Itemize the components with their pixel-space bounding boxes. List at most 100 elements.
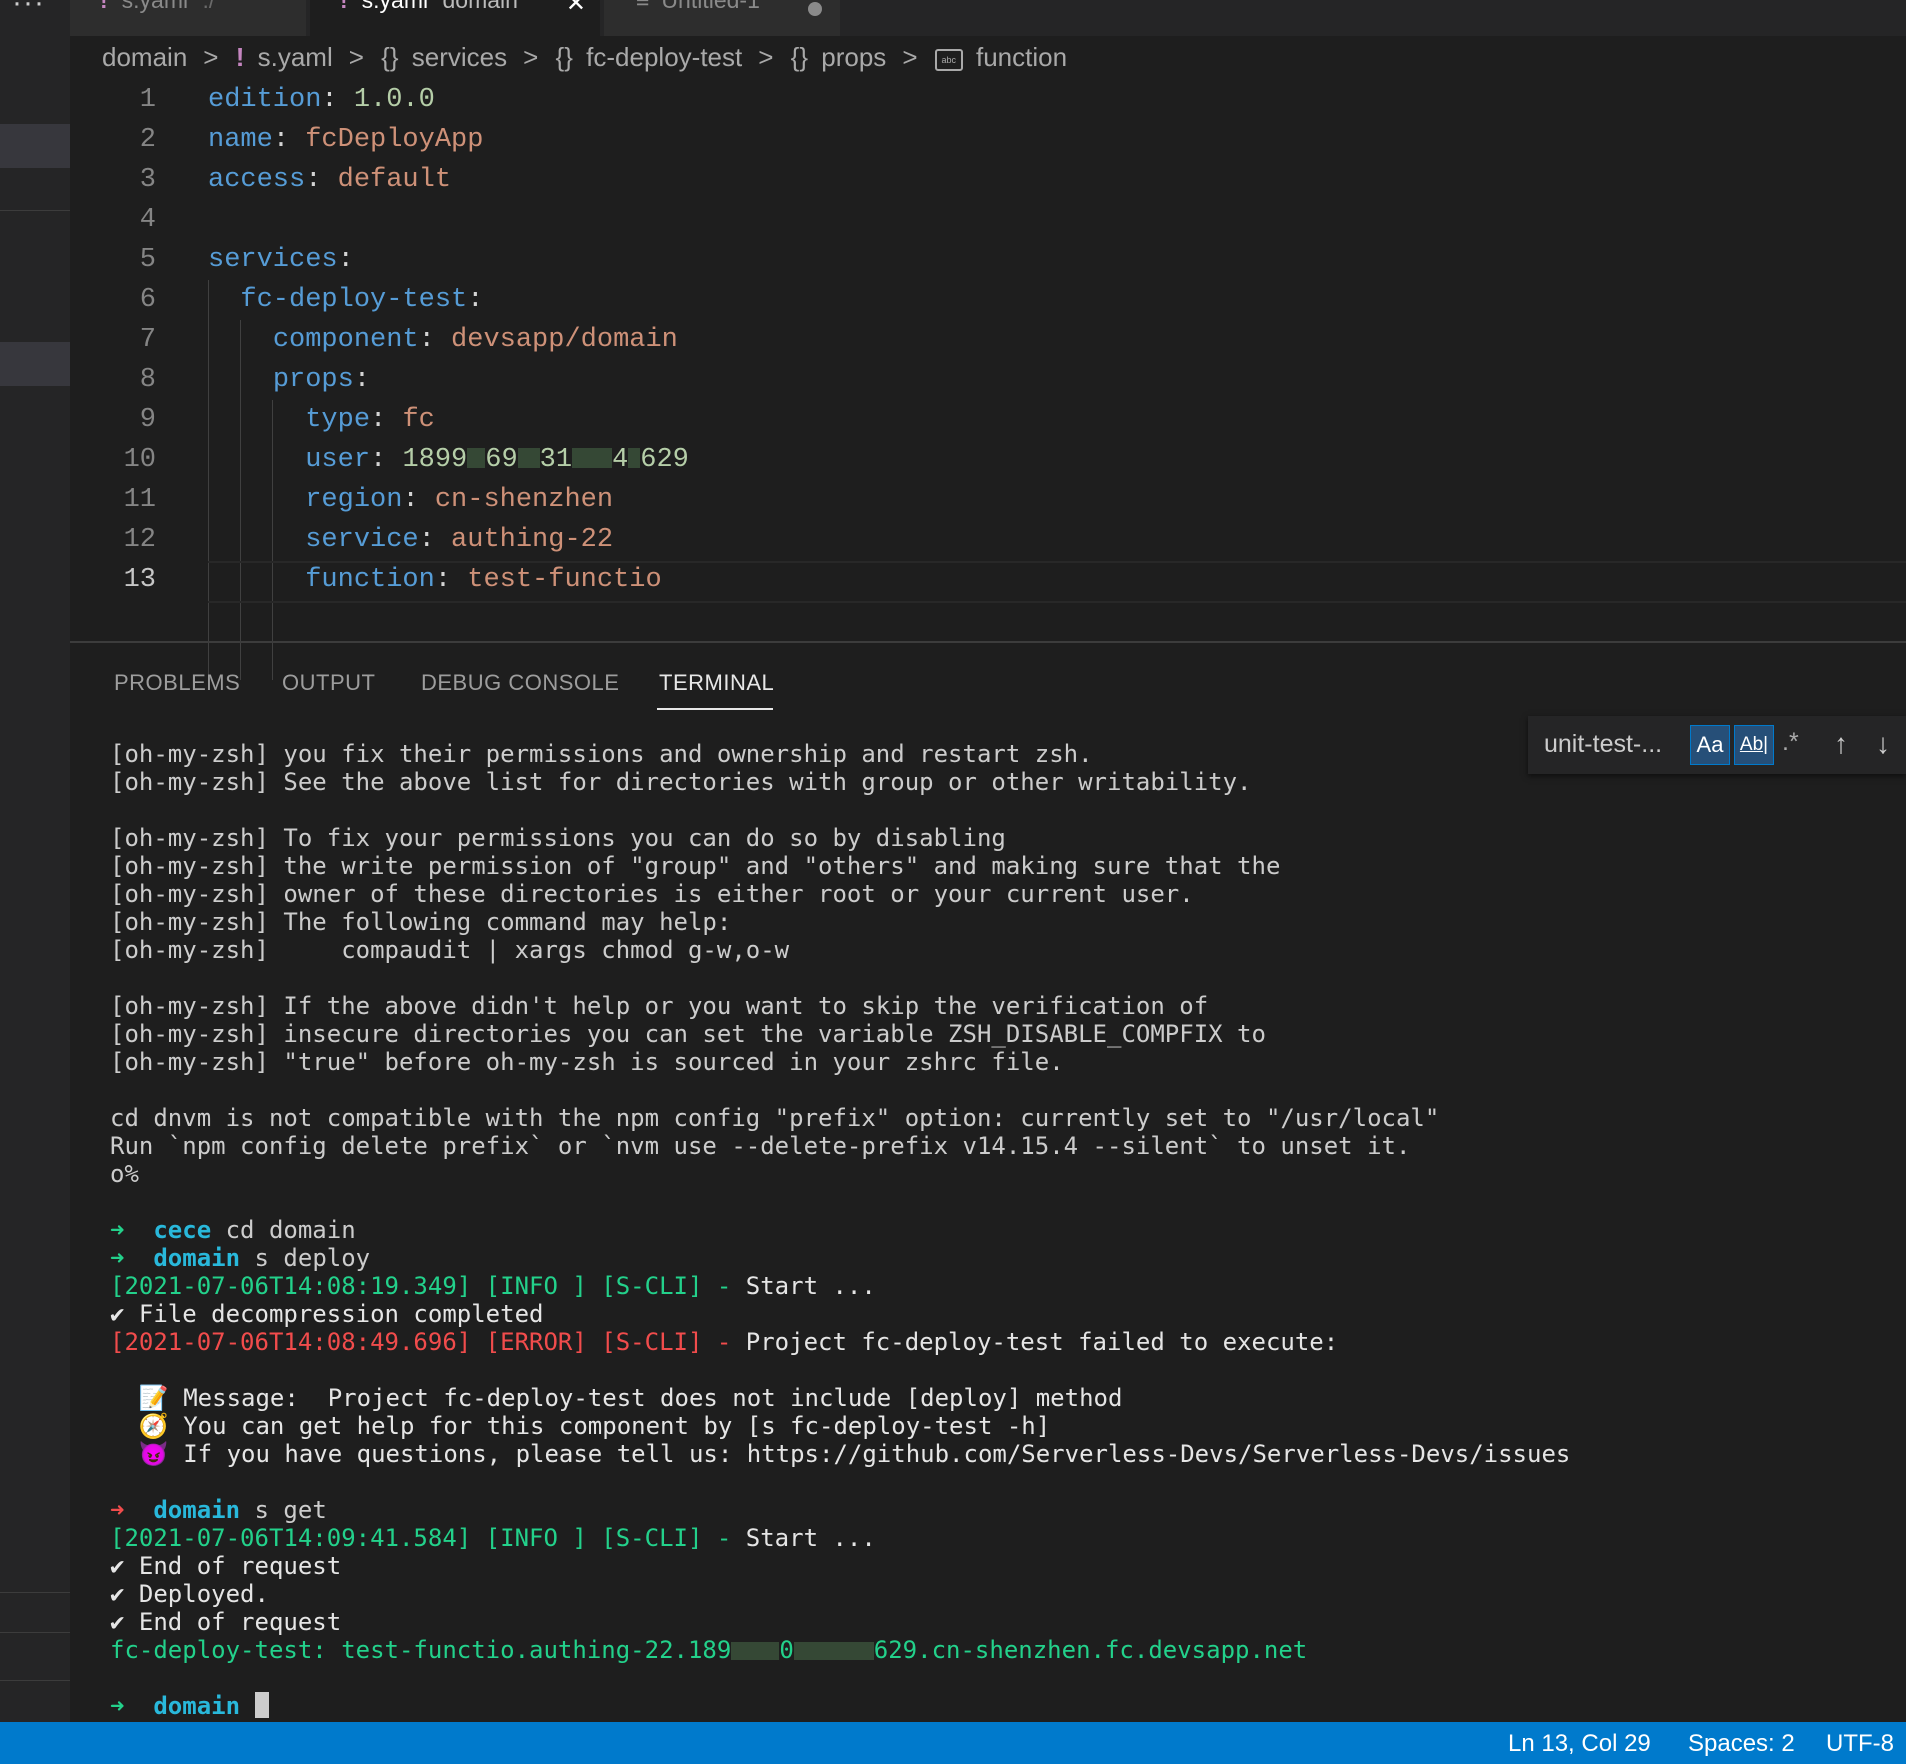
error-issues-link[interactable]: 😈 If you have questions, please tell us:… xyxy=(110,1440,1570,1468)
sidebar-divider xyxy=(0,1632,70,1633)
breadcrumb-file[interactable]: s.yaml xyxy=(258,42,333,72)
prompt-directory: domain xyxy=(153,1692,241,1720)
terminal-line: [oh-my-zsh] owner of these directories i… xyxy=(110,880,1194,908)
code-line[interactable]: 9 type: fc xyxy=(70,400,1906,440)
deploy-result-url[interactable]: fc-deploy-test: test-functio.authing-22.… xyxy=(110,1636,1307,1664)
chevron-right-icon: > xyxy=(758,42,774,72)
tab-untitled-1[interactable]: ≡ Untitled-1 xyxy=(604,0,840,36)
prompt-arrow-icon: ➜ xyxy=(110,1216,125,1244)
yaml-key: props xyxy=(272,365,354,395)
sidebar-divider xyxy=(0,1680,70,1681)
prompt-line: ➜ domain s get xyxy=(110,1496,327,1524)
breadcrumb-fc-deploy-test[interactable]: fc-deploy-test xyxy=(586,42,742,72)
yaml-value: devsapp/domain xyxy=(451,325,678,355)
prompt-directory: domain xyxy=(153,1496,241,1524)
log-line-success: ✔ File decompression completed xyxy=(110,1300,544,1328)
terminal-line: [oh-my-zsh] you fix their permissions an… xyxy=(110,740,1093,768)
encoding[interactable]: UTF-8 xyxy=(1826,1730,1894,1758)
object-icon: {} xyxy=(381,42,399,72)
line-number: 13 xyxy=(123,565,156,595)
line-number: 11 xyxy=(123,485,156,515)
code-line[interactable]: 2 name: fcDeployApp xyxy=(70,120,1906,160)
prompt-line: ➜ domain s deploy xyxy=(110,1244,370,1272)
sidebar-divider xyxy=(0,1592,70,1593)
line-number: 2 xyxy=(139,125,156,155)
terminal-line: [oh-my-zsh] The following command may he… xyxy=(110,908,732,936)
yaml-value-redacted: 1899 69 31 4 629 xyxy=(402,445,689,475)
code-line[interactable]: 11 region: cn-shenzhen xyxy=(70,480,1906,520)
editor-tab-bar: ! s.yaml ./ ! s.yaml domain ✕ ≡ Untitled-1 xyxy=(70,0,1906,36)
breadcrumb-services[interactable]: services xyxy=(412,42,507,72)
code-line[interactable]: 12 service: authing-22 xyxy=(70,520,1906,560)
line-number: 8 xyxy=(139,365,156,395)
chevron-right-icon: > xyxy=(523,42,539,72)
code-editor[interactable]: 1 edition: 1.0.0 2 name: fcDeployApp 3 a… xyxy=(70,80,1906,680)
arrow-down-icon[interactable]: ↓ xyxy=(1876,728,1890,760)
match-case-button[interactable]: Aa xyxy=(1690,725,1730,765)
code-line[interactable]: 6 fc-deploy-test: xyxy=(70,280,1906,320)
code-line[interactable]: 7 component: devsapp/domain xyxy=(70,320,1906,360)
yaml-value: default xyxy=(337,165,452,195)
breadcrumb-props[interactable]: props xyxy=(821,42,886,72)
yaml-value: fcDeployApp xyxy=(305,125,484,155)
find-input[interactable]: unit-test-... xyxy=(1544,730,1662,759)
line-number: 3 xyxy=(139,165,156,195)
tab-output[interactable]: OUTPUT xyxy=(282,670,375,696)
line-number: 4 xyxy=(139,205,156,235)
tab-s-yaml-domain[interactable]: ! s.yaml domain ✕ xyxy=(310,0,600,36)
prompt-directory: cece xyxy=(153,1216,212,1244)
yaml-key: services xyxy=(208,245,338,275)
code-line[interactable]: 13 function: test-functio xyxy=(70,560,1906,600)
yaml-key: access xyxy=(208,165,306,195)
yaml-value: test-functio xyxy=(467,565,662,595)
tab-s-yaml-root[interactable]: ! s.yaml ./ xyxy=(70,0,306,36)
tab-problems[interactable]: PROBLEMS xyxy=(114,670,240,696)
line-number: 5 xyxy=(139,245,156,275)
tab-debug-console[interactable]: DEBUG CONSOLE xyxy=(421,670,619,696)
more-actions-icon[interactable]: ··· xyxy=(12,0,45,20)
yaml-key: function xyxy=(305,565,435,595)
log-line-error: [2021-07-06T14:08:49.696] [ERROR] [S-CLI… xyxy=(110,1328,1339,1356)
terminal-line: [oh-my-zsh] See the above list for direc… xyxy=(110,768,1252,796)
cursor-position[interactable]: Ln 13, Col 29 xyxy=(1508,1730,1651,1758)
sidebar-highlight[interactable] xyxy=(0,124,70,168)
regex-button[interactable]: .* xyxy=(1782,728,1799,757)
sidebar-highlight[interactable] xyxy=(0,342,70,386)
panel-divider[interactable] xyxy=(70,641,1906,643)
terminal-line: [oh-my-zsh] the write permission of "gro… xyxy=(110,852,1281,880)
whole-word-button[interactable]: Ab| xyxy=(1734,725,1774,765)
prompt-arrow-icon: ➜ xyxy=(110,1496,125,1524)
line-number: 1 xyxy=(139,85,156,115)
yaml-key: service xyxy=(305,525,419,555)
terminal-cursor[interactable] xyxy=(254,1692,269,1718)
arrow-up-icon[interactable]: ↑ xyxy=(1834,728,1848,760)
code-line[interactable]: 5 services: xyxy=(70,240,1906,280)
yaml-icon: ! xyxy=(100,0,108,13)
terminal-find-widget: unit-test-... Aa Ab| .* ↑ ↓ xyxy=(1528,716,1906,774)
code-line[interactable]: 4 xyxy=(70,200,1906,240)
sidebar-divider xyxy=(0,210,70,211)
code-line[interactable]: 1 edition: 1.0.0 xyxy=(70,80,1906,120)
unsaved-dot-icon[interactable] xyxy=(808,2,822,16)
line-number: 10 xyxy=(123,445,156,475)
code-line[interactable]: 3 access: default xyxy=(70,160,1906,200)
yaml-value: cn-shenzhen xyxy=(434,485,614,515)
error-message: 📝 Message: Project fc-deploy-test does n… xyxy=(110,1384,1123,1412)
prompt-command: cd domain xyxy=(225,1216,356,1244)
terminal-line: cd dnvm is not compatible with the npm c… xyxy=(110,1104,1440,1132)
terminal-line: [oh-my-zsh] To fix your permissions you … xyxy=(110,824,1006,852)
yaml-value: authing-22 xyxy=(451,525,614,555)
code-line[interactable]: 8 props: xyxy=(70,360,1906,400)
log-line-success: ✔ End of request xyxy=(110,1608,342,1636)
prompt-command: s deploy xyxy=(254,1244,371,1272)
prompt-command: s get xyxy=(254,1496,327,1524)
tab-terminal[interactable]: TERMINAL xyxy=(659,670,774,696)
breadcrumb-domain[interactable]: domain xyxy=(102,42,187,72)
close-icon[interactable]: ✕ xyxy=(566,0,586,16)
indentation[interactable]: Spaces: 2 xyxy=(1688,1730,1795,1758)
yaml-icon: ! xyxy=(235,42,245,72)
breadcrumb-function[interactable]: function xyxy=(976,42,1067,72)
code-line[interactable]: 10 user: 1899 69 31 4 629 xyxy=(70,440,1906,480)
log-line-success: ✔ End of request xyxy=(110,1552,342,1580)
terminal-line: [oh-my-zsh] insecure directories you can… xyxy=(110,1020,1266,1048)
